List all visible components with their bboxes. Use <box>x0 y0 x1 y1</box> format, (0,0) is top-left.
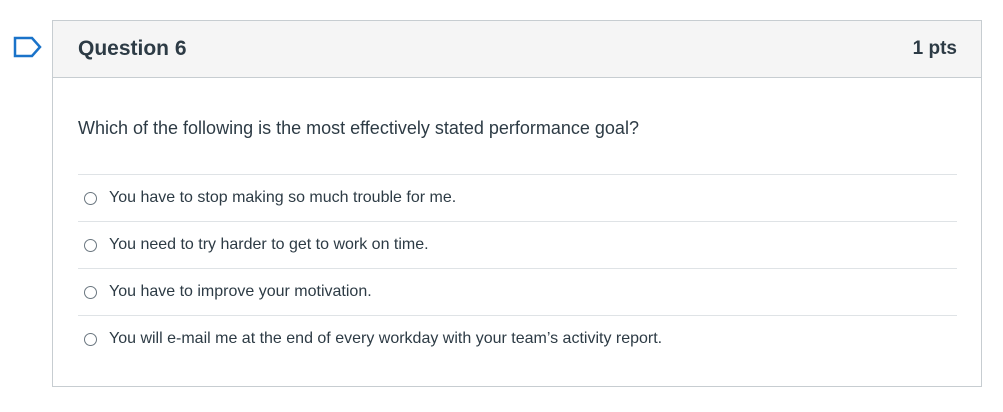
answer-label: You need to try harder to get to work on… <box>109 236 429 253</box>
question-body: Which of the following is the most effec… <box>53 78 981 362</box>
question-text: Which of the following is the most effec… <box>78 118 639 138</box>
radio-button[interactable] <box>84 191 97 205</box>
question-points: 1 pts <box>912 38 957 59</box>
answer-label: You will e-mail me at the end of every w… <box>109 330 663 347</box>
question-title: Question 6 <box>78 37 187 60</box>
radio-button[interactable] <box>84 332 97 346</box>
answer-label: You have to improve your motivation. <box>109 283 372 300</box>
flag-question-icon[interactable] <box>13 36 43 58</box>
question-header: Question 6 1 pts <box>53 21 981 78</box>
answer-option-3[interactable]: You have to improve your motivation. <box>78 268 957 315</box>
answer-option-4[interactable]: You will e-mail me at the end of every w… <box>78 315 957 362</box>
answer-label: You have to stop making so much trouble … <box>109 189 457 206</box>
flag-icon <box>13 36 42 58</box>
quiz-page: Question 6 1 pts Which of the following … <box>0 0 1003 412</box>
question-card: Question 6 1 pts Which of the following … <box>52 20 982 387</box>
answer-option-1[interactable]: You have to stop making so much trouble … <box>78 174 957 221</box>
answer-option-2[interactable]: You need to try harder to get to work on… <box>78 221 957 268</box>
radio-button[interactable] <box>84 285 97 299</box>
answer-list: You have to stop making so much trouble … <box>78 174 957 362</box>
radio-button[interactable] <box>84 238 97 252</box>
